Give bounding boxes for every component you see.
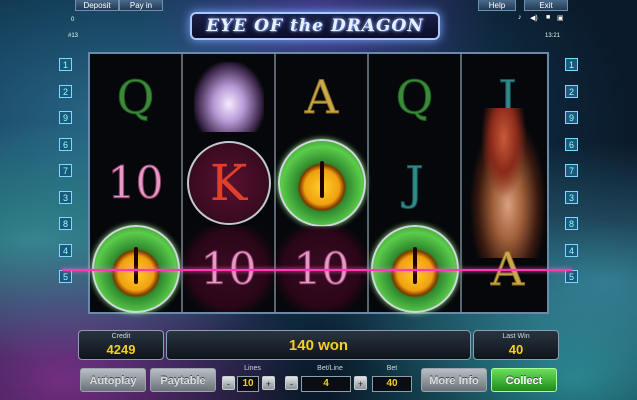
pupil xyxy=(133,247,138,285)
pupil xyxy=(412,247,417,285)
symbol-text: Q xyxy=(395,70,434,125)
left-line-1[interactable]: 1 xyxy=(59,58,72,71)
reel-2: K 10 xyxy=(183,54,274,312)
king-symbol: K xyxy=(186,141,271,225)
win-message: 140 won xyxy=(288,336,349,354)
fullscreen-icon[interactable]: ▣ xyxy=(557,14,564,22)
right-line-5[interactable]: 7 xyxy=(565,164,578,177)
king-letter: K xyxy=(209,154,248,212)
reel-3: A 10 xyxy=(276,54,367,312)
round-id: #13 xyxy=(68,33,79,39)
autoplay-button[interactable]: Autoplay xyxy=(80,368,146,392)
reel-3-symbol-2 xyxy=(276,139,367,227)
symbol-text: A xyxy=(304,70,339,125)
pupil xyxy=(319,161,324,199)
credit-value: 4249 xyxy=(106,342,136,357)
top-bar: Deposit Pay in Help Exit xyxy=(0,0,637,12)
speaker-icon[interactable]: ◀) xyxy=(530,14,538,22)
last-win-label: Last Win xyxy=(502,333,530,340)
reel-5-symbol-2 xyxy=(462,108,553,258)
lines-value: 10 xyxy=(237,376,259,392)
bet-line-minus-button[interactable]: - xyxy=(285,376,298,390)
bet-line-plus-button[interactable]: + xyxy=(354,376,367,390)
bet-line-label: Bet/Line xyxy=(317,365,343,372)
right-line-4[interactable]: 6 xyxy=(565,137,578,151)
reel-4-symbol-2: J xyxy=(369,140,460,226)
right-line-1[interactable]: 1 xyxy=(565,58,578,71)
exit-button[interactable]: Exit xyxy=(524,0,568,11)
collect-button[interactable]: Collect xyxy=(491,368,557,392)
game-title-logo: EYE OF the DRAGON xyxy=(190,12,440,40)
clock: 13:21 xyxy=(545,33,561,39)
reel-2-symbol-2: K xyxy=(183,140,274,226)
game-title: EYE OF the DRAGON xyxy=(206,16,424,36)
lines-plus-button[interactable]: + xyxy=(262,376,275,390)
bet-line-value: 4 xyxy=(301,376,351,392)
left-line-5[interactable]: 7 xyxy=(59,164,72,177)
balance-small: 0 xyxy=(71,17,75,23)
left-line-4[interactable]: 6 xyxy=(59,137,72,151)
lines-label: Lines xyxy=(244,365,261,372)
right-line-9[interactable]: 5 xyxy=(565,270,578,283)
bet-value: 40 xyxy=(372,376,412,392)
bet-label: Bet xyxy=(386,365,398,372)
winning-payline xyxy=(62,269,572,271)
reel-3-symbol-1: A xyxy=(276,54,367,140)
left-line-9[interactable]: 5 xyxy=(59,270,72,283)
lines-minus-button[interactable]: - xyxy=(222,376,235,390)
right-line-3[interactable]: 9 xyxy=(565,111,578,124)
white-tiger-symbol xyxy=(193,62,264,132)
music-icon[interactable]: ♪ xyxy=(518,14,522,21)
left-line-7[interactable]: 8 xyxy=(59,217,72,230)
last-win-value: 40 xyxy=(508,342,524,357)
dragon-eye-symbol xyxy=(277,139,366,227)
symbol-text: Q xyxy=(116,70,155,125)
reel-5: JA xyxy=(462,54,553,312)
credit-label: Credit xyxy=(111,333,131,340)
credit-panel: Credit 4249 xyxy=(78,330,164,360)
right-line-6[interactable]: 3 xyxy=(565,190,578,204)
left-line-8[interactable]: 4 xyxy=(59,243,72,257)
last-win-panel: Last Win 40 xyxy=(473,330,559,360)
reel-2-symbol-1 xyxy=(183,54,274,140)
reel-1: Q 10 xyxy=(90,54,181,313)
win-message-panel: 140 won xyxy=(166,330,471,360)
left-line-3[interactable]: 9 xyxy=(59,111,72,124)
right-line-7[interactable]: 8 xyxy=(565,217,578,230)
left-line-6[interactable]: 3 xyxy=(59,190,72,204)
symbol-text: 10 xyxy=(107,157,164,209)
more-info-button[interactable]: More Info xyxy=(421,368,487,392)
reel-1-symbol-2: 10 xyxy=(90,140,181,226)
right-line-8[interactable]: 4 xyxy=(565,243,578,257)
symbol-text: J xyxy=(405,156,424,211)
reel-4: QJ xyxy=(369,54,460,313)
reel-area: Q 10 K 10 A 10 Q J J A xyxy=(88,52,550,314)
settings-icon[interactable]: ■ xyxy=(546,14,550,21)
reel-4-symbol-1: Q xyxy=(369,54,460,140)
left-line-2[interactable]: 2 xyxy=(59,84,72,98)
reel-1-symbol-1: Q xyxy=(90,54,181,140)
pay-in-button[interactable]: Pay in xyxy=(119,0,163,11)
deposit-button[interactable]: Deposit xyxy=(75,0,119,11)
paytable-button[interactable]: Paytable xyxy=(150,368,216,392)
help-button[interactable]: Help xyxy=(478,0,516,11)
right-line-2[interactable]: 2 xyxy=(565,84,578,98)
